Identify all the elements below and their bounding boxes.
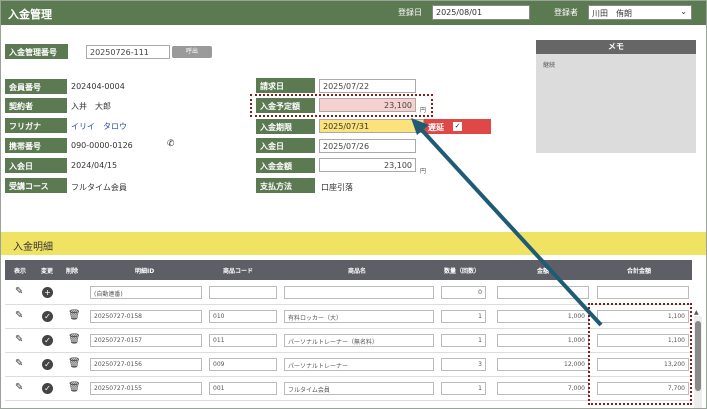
app-window: 入金管理 登録日 登録者 川田 侑朗 ⌄ 入金管理番号 20250726-111… [0, 0, 707, 409]
annotation-arrow [411, 118, 603, 327]
